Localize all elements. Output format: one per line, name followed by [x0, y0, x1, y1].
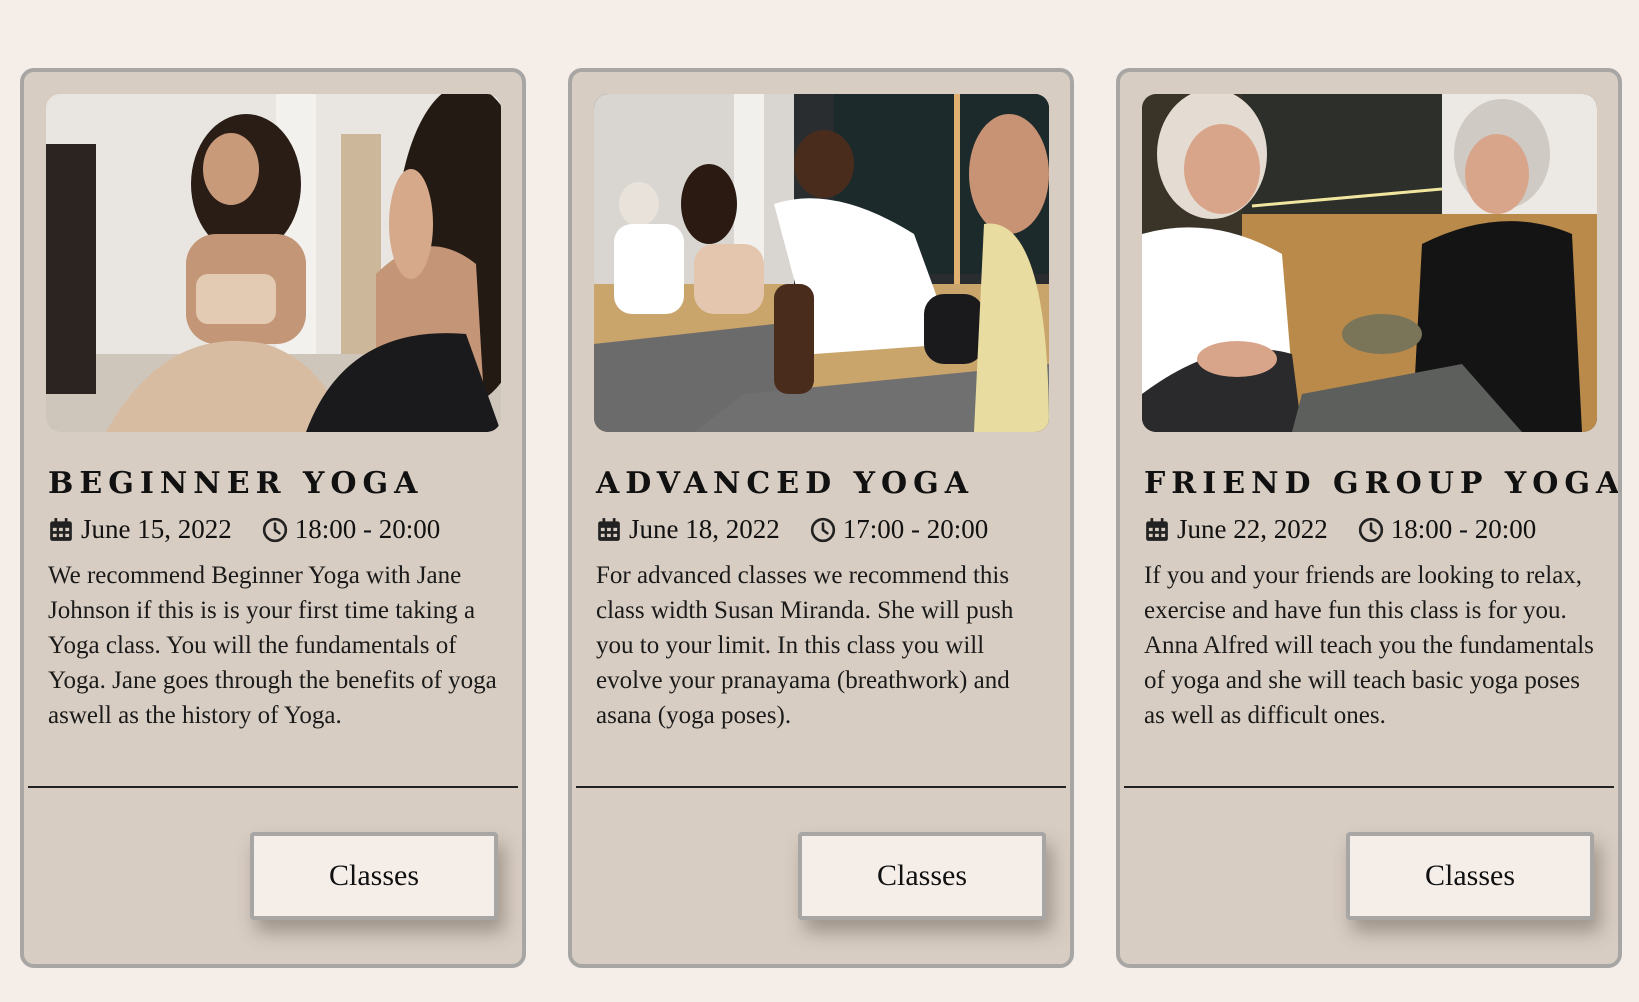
clock-icon — [810, 517, 836, 543]
card-date: June 18, 2022 — [629, 514, 780, 544]
classes-button[interactable]: Classes — [250, 832, 498, 920]
class-card-friend-group-yoga: FRIEND GROUP YOGA June 22, 2022 18:00 - … — [1116, 68, 1622, 968]
class-cards: BEGINNER YOGA June 15, 2022 18:00 - 20:0… — [20, 68, 1622, 968]
calendar-icon — [1144, 517, 1170, 543]
card-date: June 15, 2022 — [81, 514, 232, 544]
class-card-beginner-yoga: BEGINNER YOGA June 15, 2022 18:00 - 20:0… — [20, 68, 526, 968]
calendar-icon — [596, 517, 622, 543]
class-card-advanced-yoga: ADVANCED YOGA June 18, 2022 17:00 - 20:0… — [568, 68, 1074, 968]
card-photo-meditation — [46, 94, 501, 432]
card-description: For advanced classes we recommend this c… — [596, 562, 1014, 729]
card-time: 18:00 - 20:00 — [294, 514, 441, 544]
card-divider — [1124, 786, 1614, 788]
card-description: If you and your friends are looking to r… — [1144, 562, 1594, 729]
classes-button[interactable]: Classes — [798, 832, 1046, 920]
card-divider — [576, 786, 1066, 788]
card-photo-cobra-pose — [594, 94, 1049, 432]
card-title: BEGINNER YOGA — [48, 466, 424, 501]
card-photo-friends — [1142, 94, 1597, 432]
card-meta: June 15, 2022 18:00 - 20:00 — [48, 514, 440, 545]
clock-icon — [262, 517, 288, 543]
clock-icon — [1358, 517, 1384, 543]
card-date: June 22, 2022 — [1177, 514, 1328, 544]
card-meta: June 22, 2022 18:00 - 20:00 — [1144, 514, 1536, 545]
calendar-icon — [48, 517, 74, 543]
card-meta: June 18, 2022 17:00 - 20:00 — [596, 514, 988, 545]
card-description: We recommend Beginner Yoga with Jane Joh… — [48, 562, 497, 729]
classes-button[interactable]: Classes — [1346, 832, 1594, 920]
card-time: 17:00 - 20:00 — [842, 514, 989, 544]
card-title: ADVANCED YOGA — [596, 466, 975, 501]
card-title: FRIEND GROUP YOGA — [1144, 466, 1622, 501]
card-divider — [28, 786, 518, 788]
card-time: 18:00 - 20:00 — [1390, 514, 1537, 544]
